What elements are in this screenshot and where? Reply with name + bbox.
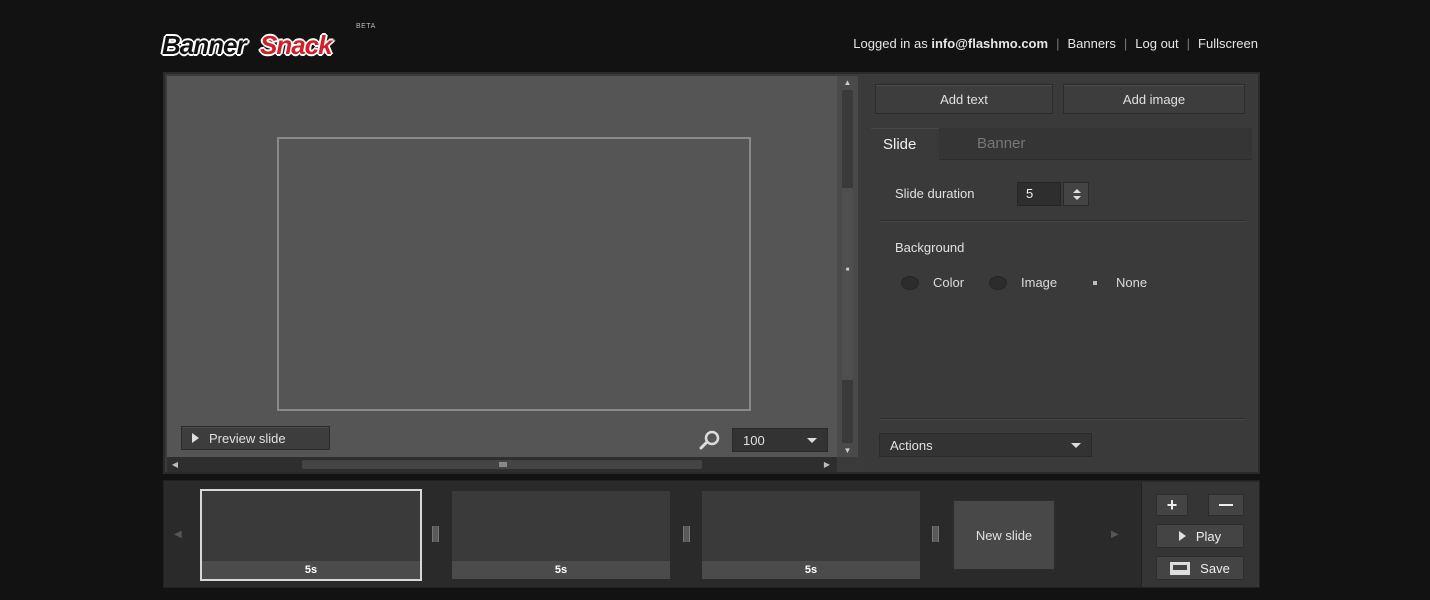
background-color-radio[interactable] [901, 276, 919, 290]
background-image-label: Image [1021, 275, 1058, 290]
background-none-label: None [1116, 275, 1148, 290]
tab-banner[interactable]: Banner [977, 135, 1025, 152]
background-image-radio[interactable] [989, 276, 1007, 290]
actions-label: Actions [890, 437, 933, 453]
preview-slide-button[interactable]: Preview slide [181, 426, 330, 450]
user-email: info@flashmo.com [931, 36, 1049, 51]
preview-slide-label: Preview slide [209, 430, 286, 446]
logo-word-snack: Snack [260, 30, 333, 60]
tab-slide[interactable]: Slide [871, 128, 939, 160]
nav-separator: | [1186, 36, 1191, 51]
slide-duration-badge: 5s [702, 561, 920, 579]
stage-vertical-scrollbar[interactable]: ▲ ■ ▼ [837, 76, 858, 457]
scroll-left-icon[interactable]: ◀ [169, 457, 181, 472]
decrement-icon[interactable] [1073, 196, 1081, 200]
background-none-radio[interactable] [1093, 281, 1097, 285]
plus-icon: + [1166, 494, 1178, 515]
slide-thumbnail[interactable]: 5s [200, 489, 422, 581]
bannersnack-logo[interactable]: Banner Snack BETA [162, 22, 376, 66]
zoom-level-select[interactable]: 100 [732, 428, 828, 452]
logged-in-prefix: Logged in as [853, 36, 928, 51]
zoom-out-button[interactable] [1208, 494, 1244, 516]
background-label: Background [895, 240, 965, 255]
slide-duration-label: Slide duration [895, 186, 975, 201]
slide-drag-handle[interactable] [683, 526, 690, 542]
actions-dropdown[interactable]: Actions [879, 433, 1092, 457]
save-icon [1170, 561, 1191, 575]
panel-divider [879, 418, 1245, 419]
play-icon [1178, 531, 1186, 541]
save-button[interactable]: Save [1156, 556, 1244, 580]
slide-thumbnail[interactable]: 5s [452, 491, 670, 579]
scroll-up-icon[interactable]: ▲ [842, 77, 853, 88]
slides-timeline: ◀ 5s 5s 5s New slide ▶ + Play Save [163, 480, 1260, 588]
fullscreen-link[interactable]: Fullscreen [1198, 36, 1258, 51]
timeline-controls: + Play Save [1141, 482, 1259, 587]
slide-duration-stepper[interactable] [1063, 182, 1089, 206]
panel-tabs: Slide Banner [871, 128, 1252, 160]
scroll-thumb[interactable] [842, 188, 853, 380]
save-label: Save [1200, 560, 1230, 576]
stage-horizontal-scrollbar[interactable]: ◀ ▶ [167, 457, 837, 472]
chevron-down-icon [807, 438, 817, 443]
banner-canvas[interactable] [277, 137, 751, 411]
minus-icon [1219, 504, 1233, 506]
increment-icon[interactable] [1073, 189, 1081, 193]
top-navigation: Logged in as info@flashmo.com | Banners … [853, 36, 1258, 51]
logo-word-banner: Banner [162, 30, 247, 60]
play-icon [192, 433, 199, 443]
nav-separator: | [1056, 36, 1060, 51]
nav-separator: | [1123, 36, 1128, 51]
add-text-button[interactable]: Add text [875, 84, 1053, 114]
slide-drag-handle[interactable] [432, 526, 439, 542]
scroll-down-icon[interactable]: ▼ [842, 445, 853, 456]
zoom-in-button[interactable]: + [1156, 494, 1188, 516]
new-slide-button[interactable]: New slide [953, 500, 1055, 570]
scroll-grip-icon: ■ [845, 267, 850, 273]
slide-duration-badge: 5s [202, 561, 420, 579]
properties-panel: Add text Add image Slide Banner Slide du… [865, 76, 1258, 472]
slide-duration-badge: 5s [452, 561, 670, 579]
banners-link[interactable]: Banners [1067, 36, 1115, 51]
background-color-label: Color [933, 275, 965, 290]
slide-duration-input[interactable]: 5 [1017, 182, 1061, 206]
magnifier-icon [699, 430, 720, 450]
editor-workspace: Preview slide 100 ▲ ■ ▼ ◀ ▶ Add text Add… [163, 72, 1260, 474]
add-image-button[interactable]: Add image [1063, 84, 1245, 114]
timeline-scroll-left-icon[interactable]: ◀ [174, 529, 182, 540]
panel-divider [879, 220, 1245, 221]
slide-drag-handle[interactable] [932, 526, 939, 542]
play-button[interactable]: Play [1156, 524, 1244, 548]
scroll-right-icon[interactable]: ▶ [821, 457, 833, 472]
chevron-down-icon [1071, 443, 1081, 448]
stage-area: Preview slide 100 [167, 76, 837, 457]
beta-badge: BETA [356, 23, 376, 30]
play-label: Play [1195, 528, 1222, 544]
slide-thumbnail[interactable]: 5s [702, 491, 920, 579]
zoom-level-value: 100 [743, 432, 765, 448]
scroll-grip-icon [499, 462, 507, 467]
timeline-scroll-right-icon[interactable]: ▶ [1111, 529, 1119, 540]
logout-link[interactable]: Log out [1135, 36, 1178, 51]
